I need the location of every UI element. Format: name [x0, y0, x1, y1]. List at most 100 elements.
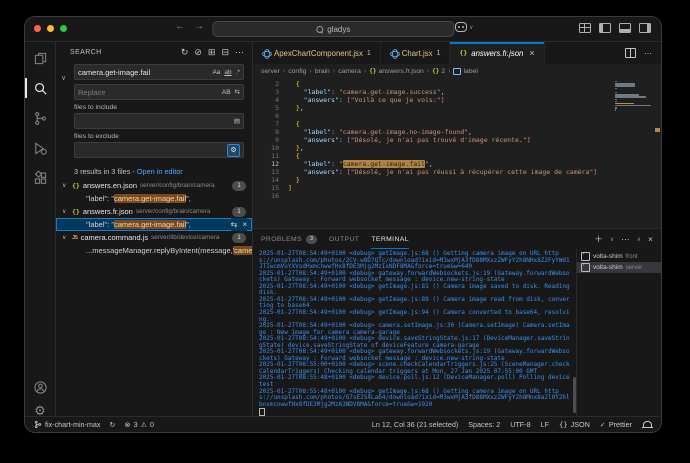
terminal-dropdown-chevron-icon[interactable]: ∨ [610, 236, 614, 243]
problems-indicator[interactable]: ⊗ 3 ⚠ 0 [125, 420, 154, 429]
result-count-badge: 1 [232, 180, 246, 191]
breadcrumb-item[interactable]: {} 2 [432, 68, 445, 75]
breadcrumb-item[interactable]: camera [338, 68, 361, 75]
code-line[interactable]: 14 } [253, 176, 613, 184]
sync-changes-icon[interactable]: ↻ [110, 420, 116, 429]
panel-more-actions-icon[interactable]: ⋯ [621, 234, 630, 245]
source-control-icon[interactable] [25, 106, 55, 130]
replace-match-icon[interactable]: ⇆ [231, 220, 238, 229]
vscode-window: ← → gladys ∨ ⚙ SEARCH ↻ ⊘ ⊞ ⊟ ⋯ ∨ camera… [25, 17, 661, 432]
minimap-line [615, 91, 617, 94]
toggle-replace-chevron-icon[interactable]: ∨ [61, 74, 66, 82]
breadcrumb-item[interactable]: server [261, 68, 280, 75]
match-actions: ⇆ × [230, 218, 247, 231]
explorer-icon[interactable] [25, 46, 55, 70]
code-line[interactable]: 10 }, [253, 144, 613, 152]
code-line[interactable]: 6 [253, 112, 613, 120]
clear-search-results-icon[interactable]: ⊘ [194, 47, 202, 57]
minimap[interactable] [615, 81, 653, 114]
navigate-back-icon[interactable]: ← [175, 21, 185, 32]
refresh-icon[interactable]: ↻ [181, 47, 189, 57]
toggle-secondary-sidebar-icon[interactable] [639, 23, 651, 33]
indentation-indicator[interactable]: Spaces: 2 [468, 420, 500, 429]
panel-tab-terminal[interactable]: TERMINAL [371, 229, 409, 249]
code-line[interactable]: 4 "answers": ["Voilà ce que je vois:"] [253, 96, 613, 104]
terminal-output[interactable]: 2025-01-27T08:54:49+0100 <debug> getImag… [253, 249, 576, 416]
notifications-bell-icon[interactable] [642, 421, 653, 428]
search-result-file[interactable]: ∨ {} answers.fr.json server/config/brain/ca… [56, 205, 252, 218]
terminal-scrollbar[interactable] [573, 377, 576, 413]
language-indicator[interactable]: {} JSON [559, 420, 590, 429]
search-match-row[interactable]: "label": " camera.get-image.fail ", ⇆ × [56, 218, 252, 231]
dismiss-match-icon[interactable]: × [242, 220, 247, 229]
navigate-forward-icon[interactable]: → [194, 21, 204, 32]
terminal-list-item[interactable]: volta-shimfront [577, 251, 661, 262]
command-center-search[interactable]: gladys [212, 21, 455, 37]
breadcrumb-item[interactable]: config [288, 68, 306, 75]
eol-indicator[interactable]: LF [541, 420, 549, 429]
editor-tab[interactable]: ApexChartComponent.jsx 1 [253, 42, 381, 64]
files-to-exclude-input[interactable] [78, 145, 227, 155]
breadcrumb-item[interactable]: label [453, 67, 478, 75]
files-to-include-input[interactable] [78, 116, 234, 126]
customize-layout-icon[interactable] [579, 23, 591, 33]
encoding-indicator[interactable]: UTF-8 [510, 420, 530, 429]
minimize-window-button[interactable] [47, 25, 54, 32]
search-input[interactable] [78, 67, 213, 77]
open-in-editor-link[interactable]: Open in editor [137, 167, 183, 176]
code-line[interactable]: 3 "label": "camera.get-image.success", [253, 88, 613, 96]
replace-input[interactable] [78, 87, 222, 97]
panel-tab-problems[interactable]: PROBLEMS 3 [261, 229, 317, 249]
toggle-panel-icon[interactable] [619, 23, 631, 33]
more-actions-icon[interactable]: ⋯ [235, 47, 244, 57]
open-new-search-editor-icon[interactable]: ⊞ [208, 47, 216, 57]
close-tab-icon[interactable]: × [529, 48, 534, 58]
whole-word-icon[interactable]: ab [224, 69, 231, 76]
code-line[interactable]: 2 { [253, 80, 613, 88]
replace-all-icon[interactable]: ⇆ [235, 88, 240, 96]
code-line[interactable]: 8 "label": "camera.get-image.no-image-fo… [253, 128, 613, 136]
code-line[interactable]: 13 "answers": ["Désolé, je n'ai pas réus… [253, 168, 613, 176]
use-exclude-settings-icon[interactable]: ⚙ [227, 143, 240, 157]
cursor-position-indicator[interactable]: Ln 12, Col 36 (21 selected) [372, 420, 458, 429]
panel-tab-output[interactable]: OUTPUT [329, 229, 359, 249]
run-debug-icon[interactable] [25, 136, 55, 160]
search-match-row[interactable]: "label": " camera.get-image.fail ", [56, 192, 252, 205]
search-view-icon[interactable] [25, 76, 55, 100]
search-result-file[interactable]: ∨ JS camera.command.js server/lib/device/ca… [56, 231, 252, 244]
editor-more-actions-icon[interactable]: ⋯ [644, 49, 652, 58]
regex-icon[interactable]: .* [236, 69, 240, 76]
formatter-indicator[interactable]: ✓ Prettier [600, 420, 632, 429]
search-result-file[interactable]: ∨ {} answers.en.json server/config/brain/ca… [56, 179, 252, 192]
extensions-icon[interactable] [25, 166, 55, 190]
new-terminal-icon[interactable]: ＋ [594, 233, 603, 245]
zoom-window-button[interactable] [60, 25, 67, 32]
preserve-case-icon[interactable]: AB [222, 89, 231, 96]
code-editor[interactable]: 2 {3 "label": "camera.get-image.success"… [253, 78, 661, 229]
code-line[interactable]: 11 { [253, 152, 613, 160]
close-panel-icon[interactable]: × [648, 234, 653, 244]
terminal-log-line: 2025-01-27T08:55:48+0100 <debug> device.… [259, 374, 574, 389]
toggle-primary-sidebar-icon[interactable] [599, 23, 611, 33]
code-line[interactable]: 16 [253, 192, 613, 200]
breadcrumb-item[interactable]: {} answers.fr.json [369, 68, 424, 75]
code-line[interactable]: 12 "label": "camera.get-image.fail", [253, 160, 613, 168]
accounts-icon[interactable] [25, 375, 55, 399]
split-editor-icon[interactable] [625, 48, 636, 58]
breadcrumb-item[interactable]: brain [315, 68, 330, 75]
terminal-list-item[interactable]: volta-shimserver [577, 262, 661, 274]
collapse-all-icon[interactable]: ⊟ [221, 47, 229, 57]
editor-tab[interactable]: Chart.jsx 1 [380, 42, 451, 64]
match-case-icon[interactable]: Aa [212, 69, 220, 76]
search-open-editors-icon[interactable]: ▤ [234, 117, 240, 125]
maximize-panel-icon[interactable]: ∧ [637, 236, 641, 243]
editor-tab[interactable]: {} answers.fr.json × [450, 42, 545, 64]
code-line[interactable]: 7 { [253, 120, 613, 128]
code-line[interactable]: 5 }, [253, 104, 613, 112]
settings-gear-icon[interactable]: ⚙ [25, 398, 55, 422]
copilot-menu[interactable]: ∨ [455, 22, 473, 32]
close-window-button[interactable] [34, 25, 41, 32]
code-line[interactable]: 9 "answers": ["Désolé, je n'ai pas trouv… [253, 136, 613, 144]
search-match-row[interactable]: ...messageManager.replyByIntent(message,… [56, 244, 252, 257]
code-line[interactable]: 15] [253, 184, 613, 192]
